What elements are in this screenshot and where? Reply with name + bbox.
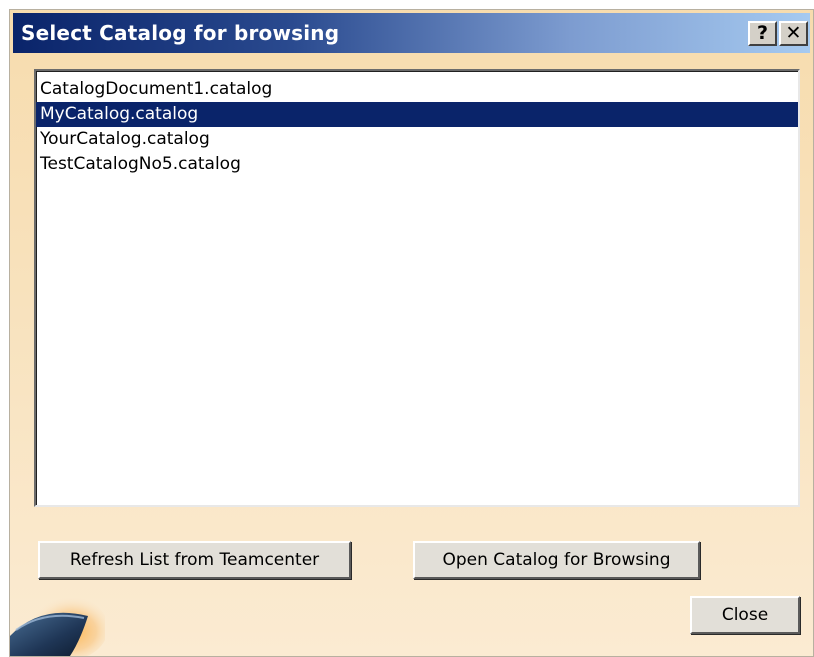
help-icon: ? [756, 22, 769, 44]
open-catalog-button[interactable]: Open Catalog for Browsing [413, 541, 700, 579]
select-catalog-dialog: Select Catalog for browsing ? ✕ CatalogD… [9, 9, 814, 657]
list-item[interactable]: YourCatalog.catalog [36, 127, 798, 152]
help-button[interactable]: ? [748, 21, 777, 46]
catia-logo [10, 596, 105, 656]
close-button[interactable]: Close [690, 596, 800, 634]
list-item[interactable]: TestCatalogNo5.catalog [36, 152, 798, 177]
close-window-button[interactable]: ✕ [779, 21, 808, 46]
close-icon: ✕ [785, 22, 802, 44]
catalog-listbox[interactable]: CatalogDocument1.catalog MyCatalog.catal… [34, 69, 800, 507]
list-item-selected[interactable]: MyCatalog.catalog [36, 102, 798, 127]
refresh-list-button[interactable]: Refresh List from Teamcenter [38, 541, 351, 579]
dialog-title: Select Catalog for browsing [21, 21, 340, 45]
title-bar[interactable]: Select Catalog for browsing ? ✕ [13, 13, 810, 53]
list-item[interactable]: CatalogDocument1.catalog [36, 77, 798, 102]
